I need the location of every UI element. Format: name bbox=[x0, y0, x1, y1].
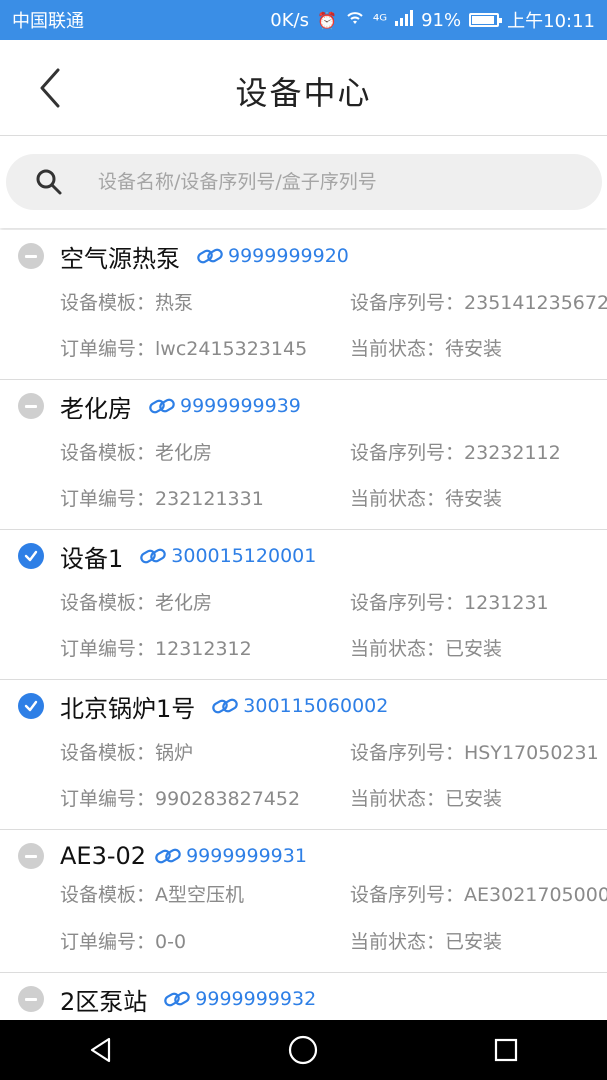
search-input[interactable] bbox=[98, 171, 578, 193]
device-name: 2区泵站 bbox=[60, 987, 148, 1016]
status-pending-icon bbox=[18, 393, 44, 419]
device-name: 空气源热泵 bbox=[60, 244, 180, 273]
box-serial: 9999999920 bbox=[228, 245, 349, 267]
square-recents-icon bbox=[494, 1038, 517, 1062]
circle-home-icon bbox=[289, 1035, 318, 1065]
status-field: 当前状态：待安装 bbox=[350, 488, 503, 510]
order-field: 订单编号：990283827452 bbox=[60, 788, 301, 810]
order-field: 订单编号：232121331 bbox=[60, 488, 264, 510]
box-serial-link[interactable]: 300115060002 bbox=[211, 695, 388, 717]
battery-icon bbox=[469, 13, 503, 27]
link-icon bbox=[212, 698, 239, 714]
system-nav-bar bbox=[0, 1020, 607, 1080]
alarm-icon: ⏰ bbox=[316, 10, 337, 30]
status-pending-icon bbox=[18, 986, 44, 1012]
box-serial: 9999999931 bbox=[186, 845, 307, 867]
link-icon bbox=[155, 848, 181, 864]
device-item[interactable]: AE3-02 9999999931 设备模板：A型空压机 设备序列号：AE302… bbox=[0, 830, 607, 973]
signal-type: ⁴ᴳ bbox=[372, 10, 388, 30]
signal-icon bbox=[395, 9, 414, 31]
battery-percent: 91% bbox=[421, 9, 462, 31]
box-serial-link[interactable]: 300015120001 bbox=[139, 545, 316, 567]
order-field: 订单编号：0-0 bbox=[60, 931, 187, 953]
device-name: 老化房 bbox=[60, 394, 132, 423]
page-title: 设备中心 bbox=[235, 74, 372, 112]
search-box[interactable] bbox=[6, 154, 602, 210]
link-icon bbox=[149, 398, 175, 414]
status-pending-icon bbox=[18, 243, 44, 269]
status-installed-icon bbox=[18, 693, 44, 719]
status-field: 当前状态：已安装 bbox=[350, 638, 503, 660]
device-name: 设备1 bbox=[60, 544, 124, 573]
box-serial: 9999999932 bbox=[195, 988, 317, 1010]
link-icon bbox=[164, 991, 191, 1007]
device-name: 北京锅炉1号 bbox=[60, 694, 196, 723]
box-serial-link[interactable]: 9999999931 bbox=[154, 845, 307, 867]
template-field: 设备模板：热泵 bbox=[60, 292, 194, 314]
nav-recents-button[interactable] bbox=[476, 1025, 536, 1075]
app-header: 设备中心 bbox=[0, 40, 607, 136]
device-item[interactable]: 老化房 9999999939 设备模板：老化房 设备序列号：23232112 订… bbox=[0, 380, 607, 530]
serial-field: 设备序列号：23232112 bbox=[350, 442, 561, 464]
serial-field: 设备序列号：HSY17050231 bbox=[350, 742, 599, 764]
serial-field: 设备序列号：1231231 bbox=[350, 592, 549, 614]
box-serial-link[interactable]: 9999999920 bbox=[196, 245, 349, 267]
link-icon bbox=[140, 548, 167, 564]
template-field: 设备模板：A型空压机 bbox=[60, 884, 245, 906]
link-icon bbox=[197, 248, 223, 264]
box-serial: 300015120001 bbox=[171, 545, 317, 567]
device-name: AE3-02 bbox=[60, 842, 147, 870]
box-serial: 9999999939 bbox=[180, 395, 301, 417]
search-bar bbox=[0, 136, 607, 228]
box-serial-link[interactable]: 9999999939 bbox=[148, 395, 301, 417]
search-icon bbox=[34, 167, 64, 197]
status-field: 当前状态：已安装 bbox=[350, 931, 503, 953]
order-field: 订单编号：lwc2415323145 bbox=[60, 338, 308, 360]
status-installed-icon bbox=[18, 543, 44, 569]
serial-field: 设备序列号：AE30217050003 bbox=[350, 884, 607, 906]
device-item[interactable]: 空气源热泵 9999999920 设备模板：热泵 设备序列号：235141235… bbox=[0, 230, 607, 380]
device-item[interactable]: 设备1 300015120001 设备模板：老化房 设备序列号：1231231 … bbox=[0, 530, 607, 680]
wifi-icon bbox=[345, 10, 365, 30]
clock: 上午10:11 bbox=[507, 11, 595, 32]
box-serial-link[interactable]: 9999999932 bbox=[163, 988, 316, 1010]
box-serial: 300115060002 bbox=[243, 695, 389, 717]
status-field: 当前状态：待安装 bbox=[350, 338, 503, 360]
triangle-back-icon bbox=[91, 1037, 111, 1063]
status-field: 当前状态：已安装 bbox=[350, 788, 503, 810]
template-field: 设备模板：老化房 bbox=[60, 442, 213, 464]
network-speed: 0K/s bbox=[270, 9, 309, 31]
device-list: 空气源热泵 9999999920 设备模板：热泵 设备序列号：235141235… bbox=[0, 230, 607, 1020]
carrier-name: 中国联通 bbox=[12, 11, 84, 32]
serial-field: 设备序列号：235141235672 bbox=[350, 292, 607, 314]
template-field: 设备模板：锅炉 bbox=[60, 742, 194, 764]
nav-home-button[interactable] bbox=[273, 1025, 333, 1075]
nav-back-button[interactable] bbox=[71, 1025, 131, 1075]
device-item[interactable]: 2区泵站 9999999932 bbox=[0, 973, 607, 1020]
template-field: 设备模板：老化房 bbox=[60, 592, 213, 614]
status-bar: 中国联通 0K/s ⏰ ⁴ᴳ 91% 上午10:11 bbox=[0, 0, 607, 40]
device-item[interactable]: 北京锅炉1号 300115060002 设备模板：锅炉 设备序列号：HSY170… bbox=[0, 680, 607, 830]
order-field: 订单编号：12312312 bbox=[60, 638, 252, 660]
status-pending-icon bbox=[18, 843, 44, 869]
